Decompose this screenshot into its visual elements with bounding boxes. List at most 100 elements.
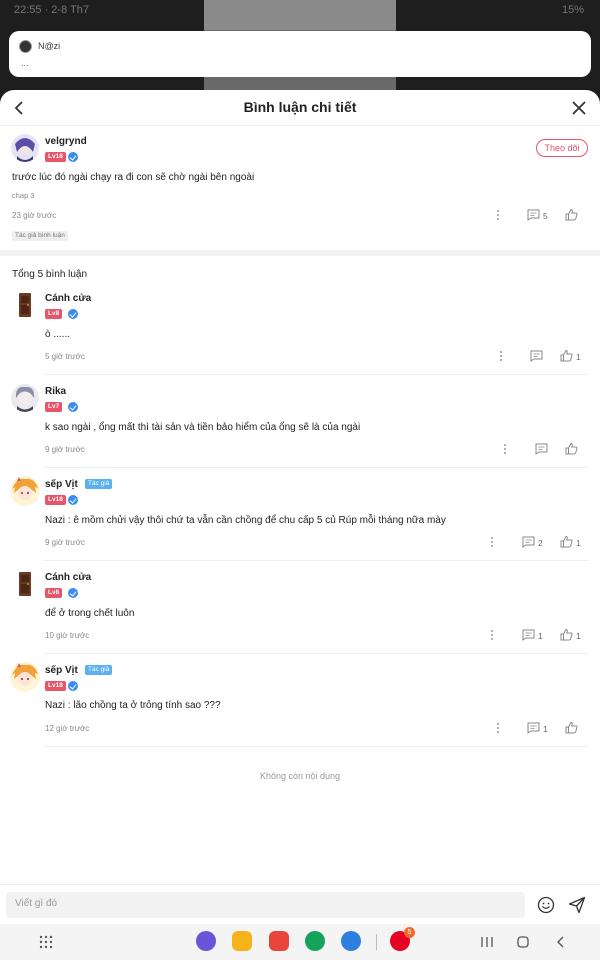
system-nav-bar: 5 — [0, 924, 600, 960]
more-icon[interactable] — [501, 443, 509, 455]
comment-author-tag: Tác giả bình luận — [12, 231, 68, 241]
section-divider — [0, 250, 600, 256]
emoji-icon[interactable] — [537, 896, 555, 914]
comment-icon[interactable] — [530, 350, 543, 362]
comment-detail-sheet: Bình luận chi tiết velgrynd Lv18 Theo dõ… — [0, 90, 600, 960]
like-icon[interactable] — [560, 349, 573, 362]
notification-name: N@zi — [38, 41, 61, 51]
verified-icon — [68, 402, 78, 412]
reply-text: k sao ngài , ổng mất thì tài sản và tiền… — [45, 422, 361, 433]
main-comment-time: 23 giờ trước — [12, 211, 57, 220]
comment-icon[interactable] — [535, 443, 548, 455]
more-icon[interactable] — [494, 722, 502, 734]
reply-avatar[interactable] — [9, 475, 41, 507]
reply-username[interactable]: sếp Vịt — [45, 479, 78, 490]
battery-level: 15% — [561, 4, 584, 16]
reply-comment-count: 1 — [538, 631, 543, 641]
reply-separator — [44, 746, 588, 747]
reply-comment-count: 1 — [543, 724, 548, 734]
main-level-badge: Lv18 — [45, 152, 66, 162]
verified-icon — [68, 681, 78, 691]
reply-time: 9 giờ trước — [45, 538, 85, 547]
comment-input[interactable]: Viết gì đó — [6, 892, 525, 918]
reply-username[interactable]: Rika — [45, 386, 66, 397]
status-time: 22:55 · 2-8 Th7 — [14, 4, 90, 16]
main-comment-avatar[interactable] — [11, 134, 39, 162]
reply-level-badge: Lv8 — [45, 309, 63, 319]
reply-text: Nazi : lão chồng ta ở trỏng tính sao ??? — [45, 700, 221, 711]
more-icon[interactable] — [494, 209, 502, 221]
reply-separator — [44, 374, 588, 375]
verified-icon — [68, 495, 78, 505]
reply-text: ò ...... — [45, 329, 71, 340]
notification-avatar — [19, 40, 32, 53]
main-username[interactable]: velgrynd — [45, 136, 87, 147]
reply-username[interactable]: Cánh cửa — [45, 293, 91, 304]
author-tag: Tác giả — [85, 479, 113, 489]
notification-card[interactable]: N@zi ... — [9, 31, 591, 77]
reply-like-count: 1 — [576, 352, 581, 362]
reply-time: 9 giờ trước — [45, 445, 85, 454]
reply-text: để ở trong chết luôn — [45, 608, 135, 619]
recent-apps-icon[interactable] — [480, 935, 494, 949]
app-drawer-icon[interactable] — [39, 935, 53, 949]
follow-button[interactable]: Theo dõi — [536, 139, 588, 157]
reply-like-count: 1 — [576, 631, 581, 641]
notification-count-badge: 5 — [404, 927, 415, 938]
reply-username[interactable]: Cánh cửa — [45, 572, 91, 583]
reply-level-badge: Lv8 — [45, 588, 63, 598]
like-icon[interactable] — [565, 208, 578, 221]
sheet-header: Bình luận chi tiết — [0, 90, 600, 126]
reply-like-count: 1 — [576, 538, 581, 548]
internet-app-icon[interactable] — [196, 931, 216, 951]
files-app-icon[interactable] — [232, 931, 252, 951]
close-icon[interactable] — [570, 99, 588, 117]
more-icon[interactable] — [497, 350, 505, 362]
author-tag: Tác giả — [85, 665, 113, 675]
verified-icon — [68, 152, 78, 162]
reply-time: 10 giờ trước — [45, 631, 90, 640]
comment-icon[interactable] — [527, 722, 540, 734]
reply-username[interactable]: sếp Vịt — [45, 665, 78, 676]
reply-separator — [44, 467, 588, 468]
chapter-label[interactable]: chap 3 — [12, 191, 35, 200]
send-icon[interactable] — [568, 896, 586, 914]
phone-app-icon[interactable] — [305, 931, 325, 951]
reply-text: Nazi : ê mồm chửi vậy thôi chứ ta vẫn cầ… — [45, 515, 446, 526]
end-of-content-label: Không còn nội dung — [259, 771, 341, 781]
reply-level-badge: Lv7 — [45, 402, 63, 412]
dock-divider — [376, 934, 377, 950]
total-comments-label: Tổng 5 bình luận — [12, 269, 88, 280]
reply-avatar[interactable] — [9, 661, 41, 693]
verified-icon — [68, 309, 78, 319]
main-comment-text: trước lúc đó ngài chạy ra đi con sẽ chờ … — [12, 172, 255, 183]
reply-separator — [44, 560, 588, 561]
reply-time: 5 giờ trước — [45, 352, 85, 361]
reply-avatar[interactable] — [11, 291, 39, 319]
like-icon[interactable] — [560, 535, 573, 548]
reply-comment-count: 2 — [538, 538, 543, 548]
like-icon[interactable] — [565, 721, 578, 734]
comment-icon[interactable] — [527, 209, 540, 221]
reply-level-badge: Lv18 — [45, 681, 66, 691]
reply-level-badge: Lv18 — [45, 495, 66, 505]
status-bar: 22:55 · 2-8 Th7 15% — [0, 0, 600, 22]
reply-avatar[interactable] — [11, 384, 39, 412]
more-icon[interactable] — [488, 536, 496, 548]
reply-separator — [44, 653, 588, 654]
back-nav-icon[interactable] — [554, 935, 568, 949]
messages-app-icon[interactable] — [341, 931, 361, 951]
home-icon[interactable] — [516, 935, 530, 949]
comment-icon[interactable] — [522, 536, 535, 548]
like-icon[interactable] — [565, 442, 578, 455]
comment-input-bar: Viết gì đó — [0, 884, 600, 924]
main-reply-count: 5 — [543, 211, 548, 221]
notification-text: ... — [21, 58, 29, 68]
reply-avatar[interactable] — [11, 570, 39, 598]
comment-icon[interactable] — [522, 629, 535, 641]
verified-icon — [68, 588, 78, 598]
like-icon[interactable] — [560, 628, 573, 641]
reply-time: 12 giờ trước — [45, 724, 90, 733]
more-icon[interactable] — [488, 629, 496, 641]
notes-app-icon[interactable] — [269, 931, 289, 951]
